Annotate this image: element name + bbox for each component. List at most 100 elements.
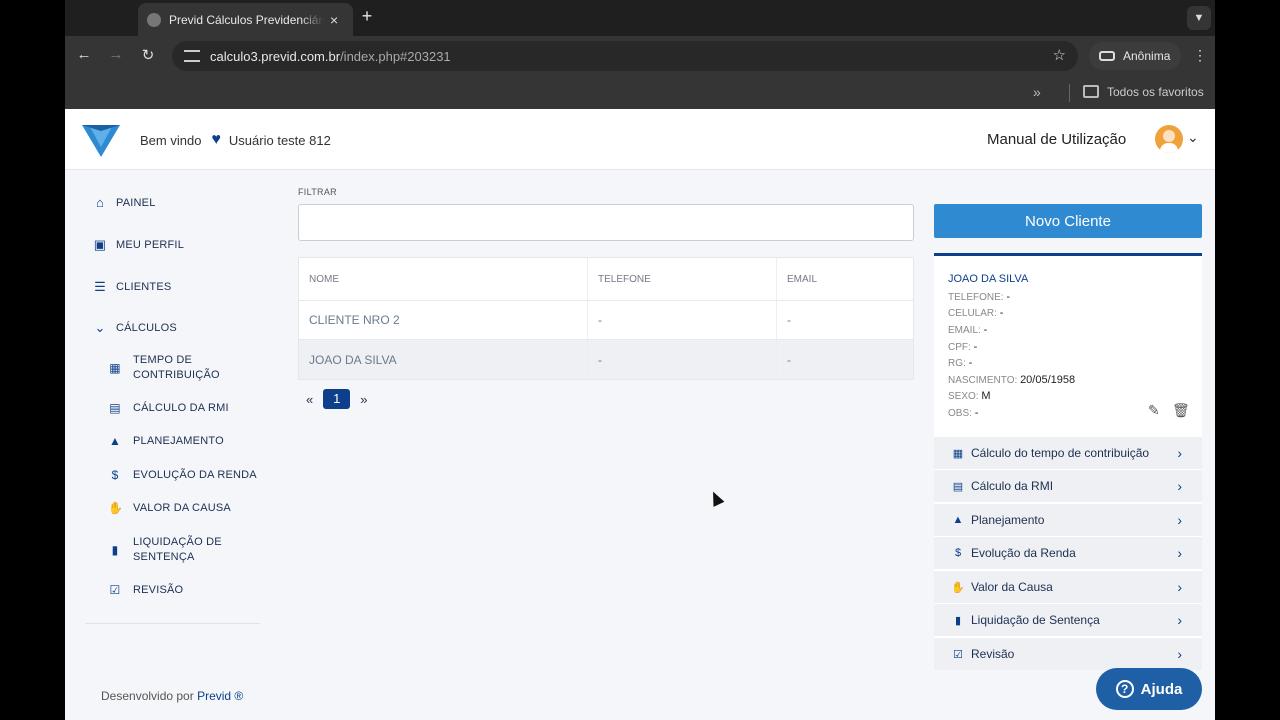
action-label: Cálculo do tempo de contribuição [971,446,1150,460]
clipboard-check-icon: ☑ [953,648,963,661]
action-revisao[interactable]: ☑ Revisão › [934,637,1202,670]
chevron-right-icon: › [1177,445,1182,461]
sidebar-item-clientes[interactable]: ☰ CLIENTES [92,279,171,295]
sidebar-sub-liquidacao-sentenca[interactable]: ▮ LIQUIDAÇÃO DE SENTENÇA [108,535,222,565]
column-header-nome[interactable]: NOME [299,258,588,300]
action-calculo-rmi[interactable]: ▤ Cálculo da RMI › [934,469,1202,502]
table-row[interactable]: JOAO DA SILVA - - [299,340,913,379]
pagination-current-page[interactable]: 1 [323,389,351,409]
forward-button[interactable]: → [106,46,126,63]
list-icon: ☰ [94,279,106,294]
new-tab-button[interactable]: + [356,6,378,27]
action-evolucao-renda[interactable]: $ Evolução da Renda › [934,536,1202,569]
browser-menu-icon[interactable]: ⋮ [1193,47,1207,64]
question-icon: ? [1115,680,1134,698]
avatar[interactable] [1155,125,1183,153]
field-value: 20/05/1958 [1020,374,1076,386]
sidebar-sub-calculo-rmi[interactable]: ▤ CÁLCULO DA RMI [108,401,229,416]
pagination-prev[interactable]: « [306,392,313,407]
pagination-next[interactable]: » [360,392,367,407]
folder-icon [1083,85,1099,98]
sidebar-sub-revisao[interactable]: ☑ REVISÃO [108,583,184,598]
sidebar-sub-label: TEMPO DE CONTRIBUIÇÃO [133,353,220,383]
bookmark-star-icon[interactable]: ☆ [1053,46,1066,64]
client-field-obs: OBS: - [948,407,978,419]
chevron-down-icon[interactable]: ⌄ [1187,129,1199,146]
cell-email: - [787,352,791,367]
profile-label: Anônima [1123,49,1171,63]
sidebar-sub-tempo-contribuicao[interactable]: ▦ TEMPO DE CONTRIBUIÇÃO [108,353,220,383]
home-icon: ⌂ [95,195,105,210]
action-valor-causa[interactable]: ✋ Valor da Causa › [934,570,1202,603]
site-info-icon[interactable] [184,50,200,62]
browser-tab-strip: Previd Cálculos Previdenciários × + ▼ [65,0,1215,36]
credit-prefix: Desenvolvido por [101,689,194,703]
user-name: Usuário teste 812 [228,132,331,148]
field-value: - [973,341,978,353]
field-value: - [974,407,979,419]
sidebar-sub-valor-causa[interactable]: ✋ VALOR DA CAUSA [108,501,231,516]
help-button[interactable]: ? Ajuda [1096,668,1202,710]
client-field-cpf: CPF: - [948,341,977,353]
field-value: - [983,324,988,336]
tab-close-button[interactable]: × [330,12,338,28]
sidebar-item-calculos[interactable]: ⌄ CÁLCULOS [92,320,177,336]
clipboard-check-icon: ☑ [109,583,121,597]
sidebar-sub-label: EVOLUÇÃO DA RENDA [133,469,257,481]
new-client-button[interactable]: Novo Cliente [934,204,1202,238]
action-label: Revisão [971,647,1015,661]
invoice-icon: ▮ [954,614,962,627]
sidebar-item-painel[interactable]: ⌂ PAINEL [92,195,156,210]
chevron-right-icon: › [1177,612,1182,628]
cell-telefone: - [588,301,777,339]
sidebar-item-label: MEU PERFIL [116,239,185,251]
manual-link[interactable]: Manual de Utilização [987,131,1126,148]
sidebar-sub-planejamento[interactable]: ▲ PLANEJAMENTO [108,434,224,449]
tab-title: Previd Cálculos Previdenciários [169,12,324,27]
client-detail-card: JOAO DA SILVA TELEFONE: - CELULAR: - EMA… [934,253,1202,670]
column-header-telefone[interactable]: TELEFONE [588,258,777,300]
sidebar-item-meu-perfil[interactable]: ▣ MEU PERFIL [92,237,184,253]
more-bookmarks-icon[interactable]: » [1033,84,1041,100]
action-liquidacao-sentenca[interactable]: ▮ Liquidação de Sentença › [934,603,1202,636]
tab-search-button[interactable]: ▼ [1187,6,1211,30]
sidebar-sub-label: LIQUIDAÇÃO DE SENTENÇA [133,535,222,565]
sidebar-sub-evolucao-renda[interactable]: $ EVOLUÇÃO DA RENDA [108,468,257,483]
column-header-email[interactable]: EMAIL [777,258,913,300]
field-label: RG: [948,358,966,369]
action-tempo-contribuicao[interactable]: ▦ Cálculo do tempo de contribuição › [934,436,1202,469]
chevron-down-icon: ⌄ [94,320,106,335]
browser-tab[interactable]: Previd Cálculos Previdenciários × [138,3,353,36]
filter-input[interactable] [298,204,914,241]
reload-icon: ↻ [141,47,155,64]
incognito-profile-button[interactable]: Anônima [1089,42,1181,70]
field-label: SEXO: [948,391,979,402]
back-button[interactable]: ← [74,46,94,63]
client-field-nascimento: NASCIMENTO: 20/05/1958 [948,374,1075,386]
address-bar[interactable]: calculo3.previd.com.br/index.php#203231 … [172,41,1078,71]
trash-icon[interactable]: 🗑 [1172,402,1190,419]
cell-telefone: - [588,340,777,379]
client-field-celular: CELULAR: - [948,307,1003,319]
url-host: calculo3.previd.com.br [210,48,341,64]
globe-icon [147,12,161,27]
cell-email: - [787,313,791,327]
help-label: Ajuda [1140,680,1183,698]
credit-brand-link[interactable]: Previd ® [197,689,243,703]
sidebar-sub-label: PLANEJAMENTO [133,435,224,447]
previd-logo[interactable] [82,123,120,157]
reload-button[interactable]: ↻ [138,46,158,64]
field-label: EMAIL: [948,325,981,336]
label-line-2: SENTENÇA [133,551,195,563]
field-value: M [981,390,991,402]
table-row[interactable]: CLIENTE NRO 2 - - [299,301,913,340]
all-bookmarks-link[interactable]: Todos os favoritos [1107,85,1204,99]
action-planejamento[interactable]: ▲ Planejamento › [934,503,1202,536]
filter-label: FILTRAR [298,187,337,197]
hand-coin-icon: ✋ [108,501,124,515]
id-card-icon: ▣ [93,237,107,252]
field-value: - [999,307,1004,319]
pencil-icon[interactable]: ✎ [1148,402,1160,419]
sidebar: ⌂ PAINEL ▣ MEU PERFIL ☰ CLIENTES ⌄ CÁLCU… [65,170,280,720]
action-label: Valor da Causa [971,580,1053,594]
